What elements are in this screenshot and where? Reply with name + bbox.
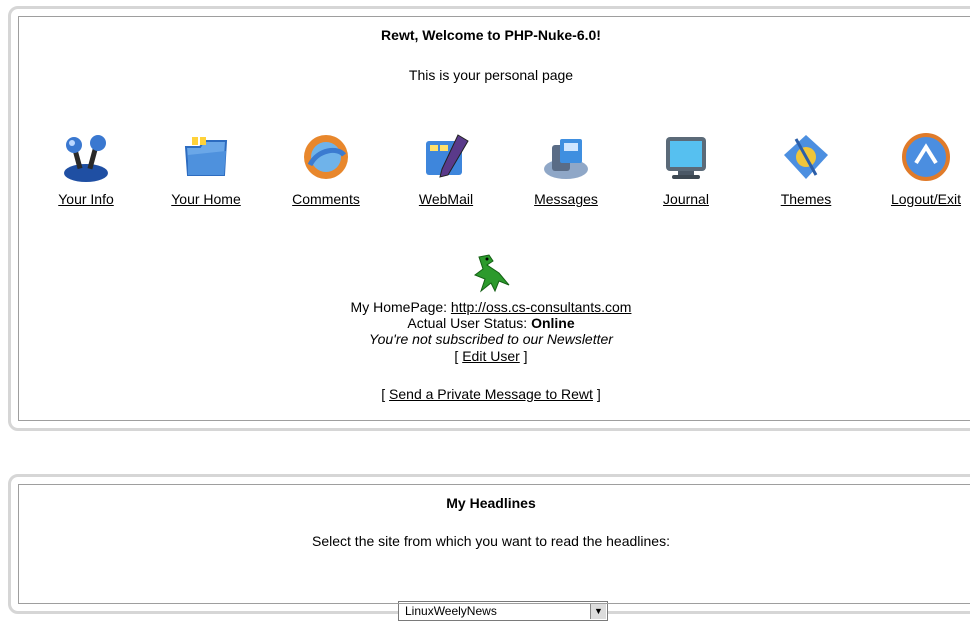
menu-label: Comments — [292, 191, 360, 207]
menu-messages[interactable]: Messages — [511, 129, 621, 207]
menu-label: Themes — [780, 191, 832, 207]
bracket-close: ] — [519, 348, 528, 364]
logout-icon — [902, 133, 950, 181]
homepage-link[interactable]: http://oss.cs-consultants.com — [451, 299, 632, 315]
status-line: Actual User Status: Online — [11, 315, 970, 331]
menu-your-home[interactable]: Your Home — [151, 129, 261, 207]
selected-site: LinuxWeelyNews — [405, 604, 497, 618]
menu-webmail[interactable]: WebMail — [391, 129, 501, 207]
homepage-label: My HomePage: — [350, 299, 451, 315]
journal-monitor-icon — [666, 137, 706, 179]
menu-your-info[interactable]: Your Info — [31, 129, 141, 207]
themes-icon — [784, 135, 828, 179]
headlines-title: My Headlines — [446, 495, 536, 511]
bracket-open: [ — [381, 386, 390, 402]
menu-label: Journal — [663, 191, 709, 207]
bracket-close: ] — [592, 386, 601, 402]
headlines-site-select[interactable]: LinuxWeelyNews ▼ — [398, 601, 608, 621]
menu-logout[interactable]: Logout/Exit — [871, 129, 970, 207]
welcome-title: Rewt, Welcome to PHP-Nuke-6.0! — [381, 27, 601, 43]
menu-label: Your Info — [58, 191, 114, 207]
status-label: Actual User Status: — [407, 315, 532, 331]
comments-icon — [304, 135, 348, 179]
personal-page-subtitle: This is your personal page — [408, 67, 574, 83]
newsletter-status: You're not subscribed to our Newsletter — [369, 331, 613, 347]
webmail-icon — [426, 134, 469, 178]
personal-page-panel: Rewt, Welcome to PHP-Nuke-6.0! This is y… — [8, 6, 970, 431]
send-private-message-link[interactable]: Send a Private Message to Rewt — [389, 386, 593, 402]
menu-journal[interactable]: Journal — [631, 129, 741, 207]
headlines-panel: My Headlines Select the site from which … — [8, 474, 970, 621]
menu-label: Messages — [534, 191, 598, 207]
menu-comments[interactable]: Comments — [271, 129, 381, 207]
menu-themes[interactable]: Themes — [751, 129, 861, 207]
edit-user-link[interactable]: Edit User — [462, 348, 520, 364]
headlines-prompt: Select the site from which you want to r… — [312, 533, 670, 549]
edit-user-line: [ Edit User ] — [11, 348, 970, 364]
joystick-icon — [64, 135, 108, 182]
status-value: Online — [531, 315, 575, 331]
green-dragon-icon — [473, 254, 510, 293]
messages-icon — [544, 139, 588, 179]
home-folder-icon — [184, 137, 228, 176]
menu-label: WebMail — [418, 191, 474, 207]
menu-label: Your Home — [171, 191, 241, 207]
menu-label: Logout/Exit — [890, 191, 962, 207]
homepage-line: My HomePage: http://oss.cs-consultants.c… — [11, 299, 970, 315]
private-message-line: [ Send a Private Message to Rewt ] — [11, 386, 970, 402]
chevron-down-icon[interactable]: ▼ — [590, 603, 606, 619]
